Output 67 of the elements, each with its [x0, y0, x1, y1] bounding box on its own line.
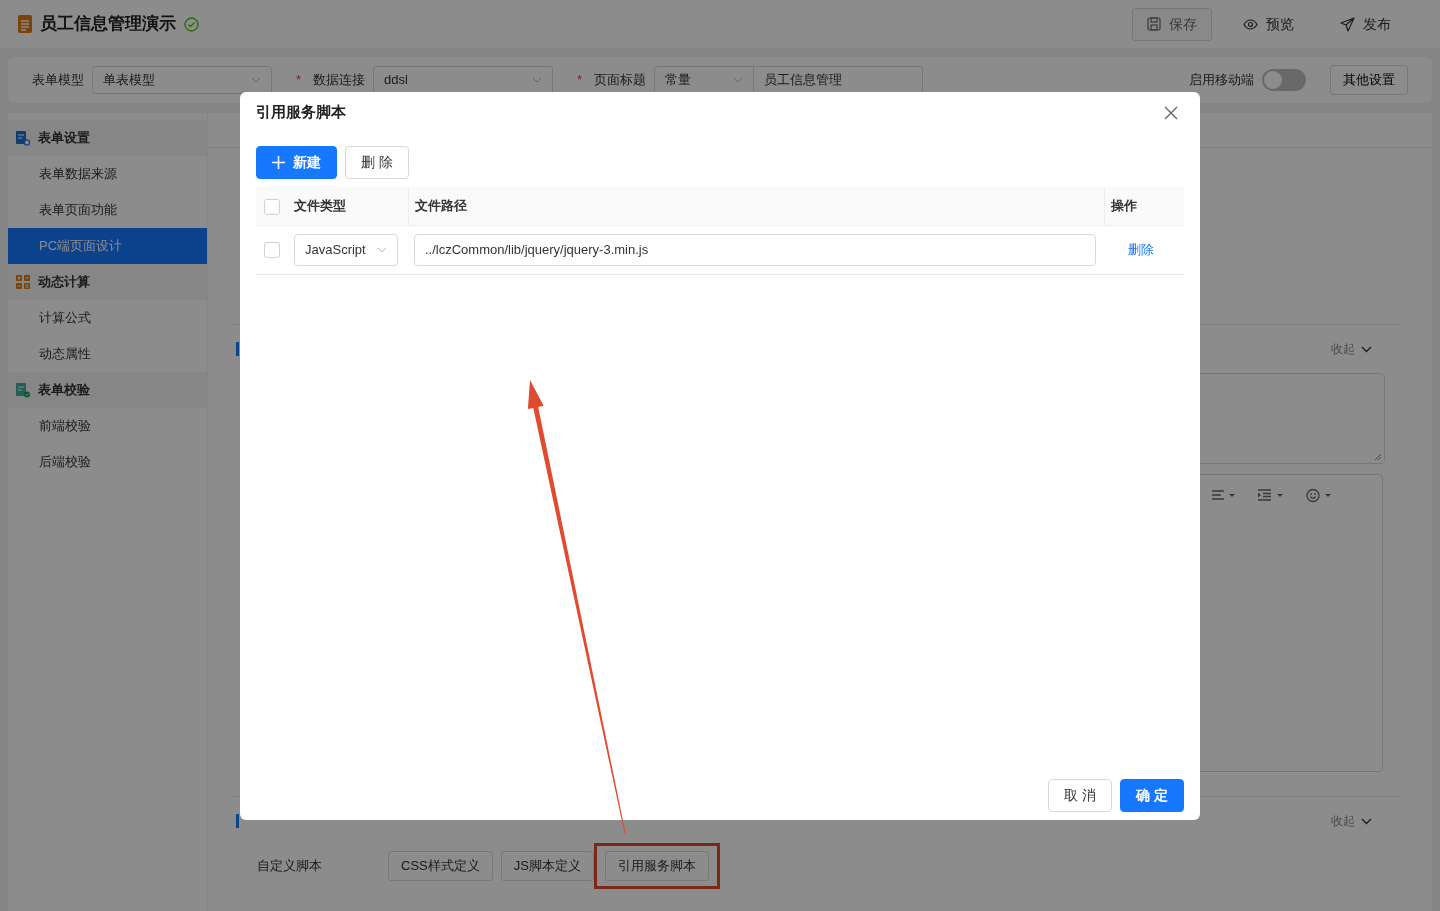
field-label: 自定义脚本 [257, 857, 323, 875]
sidebar-item[interactable]: PC端页面设计 [8, 228, 207, 264]
sidebar-group[interactable]: 动态计算 [8, 264, 207, 300]
align-icon [1212, 490, 1236, 500]
column-header: 文件路径 [414, 198, 467, 213]
document-icon [18, 15, 32, 33]
collapse-toggle[interactable]: 收起 [1331, 812, 1372, 830]
chevron-down-icon [532, 77, 543, 83]
sidebar-item[interactable]: 表单页面功能 [8, 192, 207, 228]
select-field[interactable]: ddsl [373, 66, 554, 94]
script-button[interactable]: JS脚本定义 [500, 851, 594, 881]
sidebar-item[interactable]: 后端校验 [8, 444, 207, 480]
chevron-down-icon [251, 77, 261, 83]
chevron-down-icon [1361, 345, 1372, 353]
field-label: 表单模型 [32, 71, 84, 90]
check-circle-icon [184, 16, 199, 32]
page-title: 员工信息管理演示 [40, 13, 176, 36]
script-button[interactable]: 引用服务脚本 [604, 851, 709, 881]
new-button[interactable]: 新建 [256, 146, 337, 179]
emoji-icon [1306, 487, 1332, 503]
sidebar-group[interactable]: 表单校验 [8, 372, 207, 408]
mobile-toggle[interactable] [1262, 69, 1306, 91]
text-field[interactable]: 员工信息管理 [754, 66, 924, 94]
form-check-icon [16, 382, 30, 398]
column-header: 文件类型 [294, 198, 346, 213]
switch-label: 启用移动端 [1189, 71, 1254, 90]
select-all-checkbox[interactable] [264, 198, 280, 215]
file-type-select[interactable]: JavaScript [294, 233, 398, 266]
send-icon [1340, 16, 1355, 32]
other-settings-button[interactable]: 其他设置 [1330, 65, 1408, 95]
sidebar-item[interactable]: 动态属性 [8, 336, 207, 372]
chevron-down-icon [1361, 817, 1372, 825]
indent-icon [1258, 489, 1284, 501]
collapse-toggle[interactable]: 收起 [1331, 340, 1372, 358]
plus-icon [272, 156, 285, 169]
delete-button[interactable]: 删 除 [345, 146, 409, 179]
sidebar-item[interactable]: 表单数据来源 [8, 156, 207, 192]
section-marker [236, 814, 239, 828]
section-marker [236, 342, 239, 356]
calculator-icon [16, 275, 30, 289]
eye-icon [1243, 18, 1258, 30]
required-mark: * [296, 71, 302, 90]
field-label: 数据连接 [313, 71, 366, 90]
select-field[interactable]: 单表模型 [92, 66, 272, 94]
close-button[interactable] [1164, 105, 1178, 120]
select-field[interactable]: 常量 [654, 66, 755, 94]
chevron-down-icon [733, 77, 744, 83]
close-icon [1164, 105, 1178, 120]
file-path-input[interactable]: ../lczCommon/lib/jquery/jquery-3.min.js [414, 233, 1096, 266]
resize-handle-icon [1374, 453, 1382, 461]
form-settings-icon [16, 130, 30, 146]
preview-button[interactable]: 预览 [1228, 7, 1309, 41]
dialog-title: 引用服务脚本 [256, 102, 346, 123]
publish-button[interactable]: 发布 [1325, 7, 1406, 41]
required-mark: * [577, 71, 583, 90]
cancel-button[interactable]: 取 消 [1048, 779, 1113, 812]
chevron-down-icon [377, 246, 387, 253]
sidebar-item[interactable]: 前端校验 [8, 408, 207, 444]
column-header: 操作 [1110, 198, 1137, 213]
row-checkbox[interactable] [264, 242, 280, 259]
field-label: 页面标题 [594, 71, 647, 90]
confirm-button[interactable]: 确 定 [1120, 779, 1184, 812]
save-icon [1147, 17, 1161, 31]
sidebar-group[interactable]: 表单设置 [8, 120, 207, 156]
script-button[interactable]: CSS样式定义 [388, 851, 493, 881]
delete-link[interactable]: 删除 [1128, 241, 1154, 257]
sidebar-item[interactable]: 计算公式 [8, 300, 207, 336]
